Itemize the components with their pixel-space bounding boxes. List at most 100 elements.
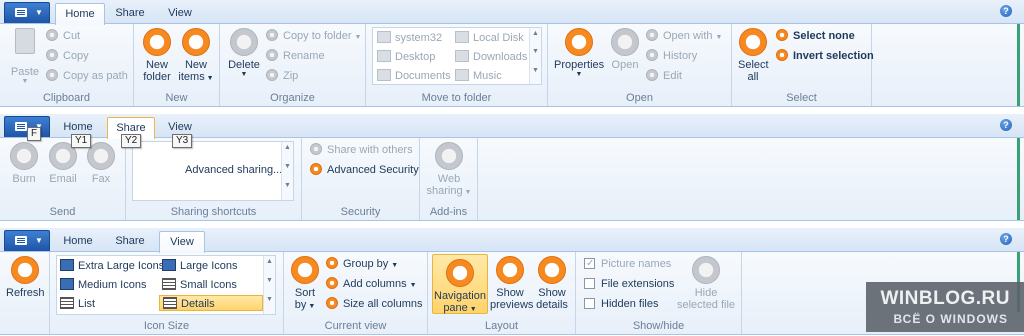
tab-share[interactable]: Share bbox=[107, 231, 153, 252]
checkbox-icon[interactable] bbox=[584, 256, 595, 272]
tab-home[interactable]: Home bbox=[55, 3, 105, 25]
gallery-scrollbar[interactable]: ▲ ▼ ▼ bbox=[529, 28, 541, 84]
move-to-system32[interactable]: system32 bbox=[377, 30, 442, 46]
new-folder-button[interactable]: New folder bbox=[140, 28, 174, 83]
move-to-desktop[interactable]: Desktop bbox=[377, 49, 435, 65]
advanced-security-button[interactable]: Advanced Security bbox=[310, 162, 419, 178]
gallery-expand-icon[interactable]: ▼ bbox=[282, 180, 293, 199]
hide-selected-button[interactable]: Hide selected file bbox=[674, 256, 738, 311]
advanced-sharing-item[interactable]: Advanced sharing... bbox=[185, 162, 282, 178]
gallery-scrollbar[interactable]: ▲ ▼ ▼ bbox=[263, 256, 275, 314]
help-icon[interactable]: ? bbox=[1000, 5, 1012, 17]
select-all-button[interactable]: Select all bbox=[738, 28, 769, 83]
details-option[interactable]: Details bbox=[159, 295, 263, 311]
paste-label: Paste bbox=[10, 66, 40, 78]
scroll-down-icon[interactable]: ▼ bbox=[282, 161, 293, 180]
web-sharing-button[interactable]: Web sharing ▼ bbox=[426, 142, 472, 199]
picture-names-label: Picture names bbox=[601, 258, 672, 270]
select-all-label-2: all bbox=[747, 71, 759, 83]
gallery-expand-icon[interactable]: ▼ bbox=[530, 65, 541, 83]
scroll-up-icon[interactable]: ▲ bbox=[264, 256, 275, 275]
help-icon[interactable]: ? bbox=[1000, 119, 1012, 131]
copy-button[interactable]: Copy bbox=[46, 48, 89, 64]
advanced-security-label: Advanced Security bbox=[327, 164, 419, 176]
size-all-columns-button[interactable]: Size all columns bbox=[326, 296, 422, 312]
details-icon bbox=[163, 297, 177, 309]
show-previews-button[interactable]: Show previews bbox=[490, 256, 533, 311]
delete-button[interactable]: Delete ▼ bbox=[226, 28, 262, 79]
copy-as-path-button[interactable]: Copy as path bbox=[46, 68, 128, 84]
move-to-downloads[interactable]: Downloads bbox=[455, 49, 527, 65]
navigation-pane-button[interactable]: Navigation pane ▼ bbox=[432, 254, 488, 314]
refresh-button[interactable]: Refresh bbox=[6, 256, 45, 299]
chevron-down-icon: ▼ bbox=[21, 78, 29, 85]
copy-to-icon bbox=[266, 29, 278, 41]
window-edge bbox=[1017, 24, 1020, 106]
sharing-gallery: Advanced sharing... ▲ ▼ ▼ bbox=[132, 141, 294, 201]
hidden-files-checkbox[interactable]: Hidden files bbox=[584, 296, 658, 312]
cut-button[interactable]: Cut bbox=[46, 28, 80, 44]
add-columns-button[interactable]: Add columns ▼ bbox=[326, 276, 417, 292]
list-option[interactable]: List bbox=[60, 296, 95, 312]
watermark: WINBLOG.RU ВСЁ О WINDOWS bbox=[866, 282, 1024, 332]
clipboard-icon bbox=[15, 28, 35, 54]
file-extensions-label: File extensions bbox=[601, 278, 675, 290]
gallery-item-label: Music bbox=[473, 70, 502, 82]
file-menu-button[interactable]: ▼ bbox=[4, 230, 50, 252]
file-menu-button[interactable]: ▼ bbox=[4, 2, 50, 24]
tab-view[interactable]: View bbox=[159, 231, 205, 253]
copy-to-folder-button[interactable]: Copy to folder ▼ bbox=[266, 28, 361, 44]
tab-bar: ▼ Home Share View ? bbox=[0, 228, 1024, 253]
sort-by-button[interactable]: Sort by ▼ bbox=[290, 256, 320, 313]
edit-icon bbox=[646, 69, 658, 81]
security-group: Share with others Advanced Security Secu… bbox=[302, 138, 420, 220]
copy-label: Copy bbox=[63, 50, 89, 62]
paste-button[interactable]: Paste ▼ bbox=[8, 28, 42, 86]
scroll-up-icon[interactable]: ▲ bbox=[530, 28, 541, 46]
open-group: Properties ▼ Open Open with ▼ History Edi… bbox=[548, 24, 732, 106]
new-items-button[interactable]: New items ▼ bbox=[178, 28, 214, 85]
zip-button[interactable]: Zip bbox=[266, 68, 298, 84]
scroll-up-icon[interactable]: ▲ bbox=[282, 142, 293, 161]
group-label: Move to folder bbox=[421, 92, 492, 104]
open-with-button[interactable]: Open with ▼ bbox=[646, 28, 722, 44]
tab-home[interactable]: Home bbox=[55, 231, 101, 252]
select-none-button[interactable]: Select none bbox=[776, 28, 855, 44]
scroll-down-icon[interactable]: ▼ bbox=[530, 46, 541, 64]
tab-share[interactable]: Share bbox=[108, 3, 152, 24]
move-to-documents[interactable]: Documents bbox=[377, 68, 451, 84]
new-group: New folder New items ▼ New bbox=[134, 24, 220, 106]
move-to-music[interactable]: Music bbox=[455, 68, 502, 84]
burn-button[interactable]: Burn bbox=[8, 142, 40, 185]
rename-button[interactable]: Rename bbox=[266, 48, 325, 64]
email-button[interactable]: Email bbox=[46, 142, 80, 185]
tab-view[interactable]: View bbox=[158, 3, 202, 24]
history-button[interactable]: History bbox=[646, 48, 697, 64]
fax-button[interactable]: Fax bbox=[84, 142, 118, 185]
large-icons-option[interactable]: Large Icons bbox=[162, 258, 237, 274]
move-to-local-disk[interactable]: Local Disk bbox=[455, 30, 524, 46]
open-icon bbox=[611, 28, 639, 56]
scroll-down-icon[interactable]: ▼ bbox=[264, 275, 275, 294]
checkbox-icon[interactable] bbox=[584, 298, 595, 309]
gallery-expand-icon[interactable]: ▼ bbox=[264, 294, 275, 313]
invert-selection-button[interactable]: Invert selection bbox=[776, 48, 874, 64]
open-button[interactable]: Open bbox=[608, 28, 642, 71]
medium-icons-option[interactable]: Medium Icons bbox=[60, 277, 146, 293]
small-icons-option[interactable]: Small Icons bbox=[162, 277, 237, 293]
chevron-down-icon: ▼ bbox=[240, 71, 248, 78]
copy-icon bbox=[46, 49, 58, 61]
show-details-button[interactable]: Show details bbox=[532, 256, 572, 311]
properties-button[interactable]: Properties ▼ bbox=[554, 28, 604, 79]
extra-large-icons-option[interactable]: Extra Large Icons bbox=[60, 258, 164, 274]
checkbox-icon[interactable] bbox=[584, 278, 595, 289]
preview-pane-icon bbox=[496, 256, 524, 284]
picture-names-checkbox[interactable]: Picture names bbox=[584, 256, 671, 272]
group-by-button[interactable]: Group by ▼ bbox=[326, 256, 398, 272]
edit-button[interactable]: Edit bbox=[646, 68, 682, 84]
gallery-scrollbar[interactable]: ▲ ▼ ▼ bbox=[281, 142, 293, 200]
share-with-others-button[interactable]: Share with others bbox=[310, 142, 413, 158]
keytip-file: F bbox=[27, 127, 42, 141]
help-icon[interactable]: ? bbox=[1000, 233, 1012, 245]
file-extensions-checkbox[interactable]: File extensions bbox=[584, 276, 674, 292]
